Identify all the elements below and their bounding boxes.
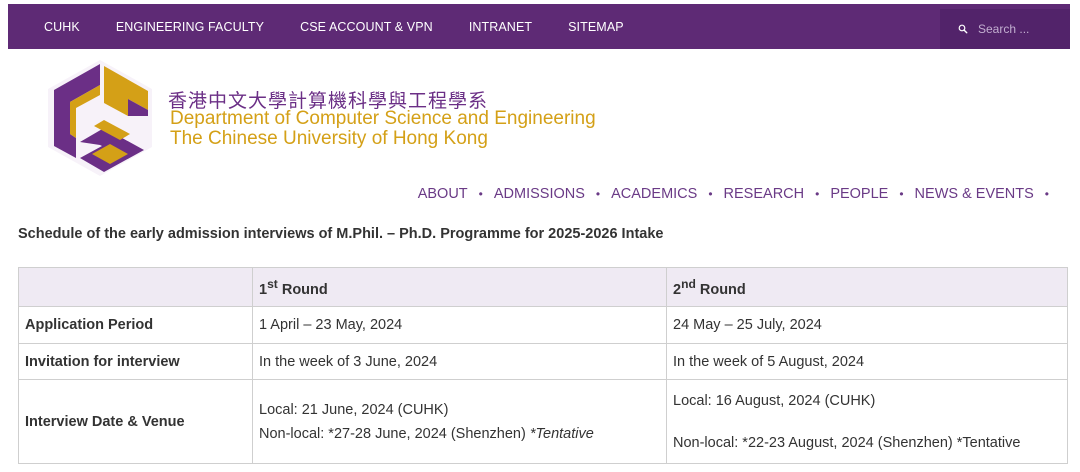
topnav-sitemap[interactable]: SITEMAP (568, 20, 624, 34)
table-row: Application Period 1 April – 23 May, 202… (18, 306, 1068, 344)
round-1-nonlocal: Non-local: *27-28 June, 2024 (Shenzhen) (259, 425, 530, 442)
nav-separator: • (595, 187, 601, 201)
nav-admissions[interactable]: ADMISSIONS (494, 186, 585, 202)
round-2-local: Local: 16 August, 2024 (CUHK) (673, 392, 876, 409)
nav-separator: • (815, 187, 820, 201)
round-1-cell: Local: 21 June, 2024 (CUHK) Non-local: *… (252, 379, 667, 464)
round-2-cell: In the week of 5 August, 2024 (666, 343, 1068, 380)
row-label: Application Period (18, 306, 253, 344)
round-2-suffix: nd (681, 276, 696, 291)
round-2-cell: Local: 16 August, 2024 (CUHK) Non-local:… (666, 379, 1068, 464)
university-name: The Chinese University of Hong Kong (170, 128, 488, 149)
nav-news-events[interactable]: NEWS & EVENTS (915, 186, 1034, 202)
nav-separator: • (478, 187, 483, 201)
nav-academics[interactable]: ACADEMICS (611, 186, 697, 202)
department-english-name: Department of Computer Science and Engin… (170, 108, 596, 129)
round-2-number: 2 (673, 281, 682, 298)
nav-people[interactable]: PEOPLE (830, 186, 888, 202)
main-nav: ABOUT • ADMISSIONS • ACADEMICS • RESEARC… (418, 186, 1060, 202)
round-1-number: 1 (259, 281, 268, 298)
search-input[interactable] (976, 21, 1070, 37)
top-bar: CUHK ENGINEERING FACULTY CSE ACCOUNT & V… (8, 4, 1070, 49)
topnav-cse-account-vpn[interactable]: CSE ACCOUNT & VPN (300, 20, 433, 34)
page-title: Schedule of the early admission intervie… (18, 226, 664, 242)
nav-separator: • (1044, 187, 1049, 201)
topnav-engineering-faculty[interactable]: ENGINEERING FACULTY (116, 20, 264, 34)
row-label: Invitation for interview (18, 343, 253, 380)
row-label: Interview Date & Venue (18, 379, 253, 464)
round-1-suffix: st (267, 276, 278, 291)
round-1-tentative: *Tentative (529, 425, 594, 442)
round-1-cell: 1 April – 23 May, 2024 (252, 306, 667, 344)
nav-research[interactable]: RESEARCH (724, 186, 805, 202)
nav-separator: • (708, 187, 713, 201)
table-row: Invitation for interview In the week of … (18, 343, 1068, 380)
search-box[interactable] (940, 9, 1070, 49)
topnav-cuhk[interactable]: CUHK (44, 20, 80, 34)
header-round-1: 1st Round (252, 267, 667, 307)
nav-about[interactable]: ABOUT (418, 186, 468, 202)
round-1-word: Round (277, 281, 328, 298)
round-2-word: Round (695, 281, 746, 298)
search-icon[interactable] (958, 20, 968, 38)
round-2-cell: 24 May – 25 July, 2024 (666, 306, 1068, 344)
round-1-cell: In the week of 3 June, 2024 (252, 343, 667, 380)
round-1-local: Local: 21 June, 2024 (CUHK) (259, 401, 449, 418)
top-nav: CUHK ENGINEERING FACULTY CSE ACCOUNT & V… (8, 4, 624, 49)
header-empty-cell (18, 267, 253, 307)
table-header-row: 1st Round 2nd Round (18, 267, 1068, 307)
table-row: Interview Date & Venue Local: 21 June, 2… (18, 379, 1068, 464)
cse-logo[interactable] (40, 58, 160, 178)
round-1-nonlocal-line: Non-local: *27-28 June, 2024 (Shenzhen) … (259, 426, 660, 442)
schedule-table: 1st Round 2nd Round Application Period 1… (18, 267, 1068, 464)
round-2-nonlocal: Non-local: *22-23 August, 2024 (Shenzhen… (673, 434, 1021, 451)
nav-separator: • (899, 187, 904, 201)
topnav-intranet[interactable]: INTRANET (469, 20, 532, 34)
header-round-2: 2nd Round (666, 267, 1068, 307)
